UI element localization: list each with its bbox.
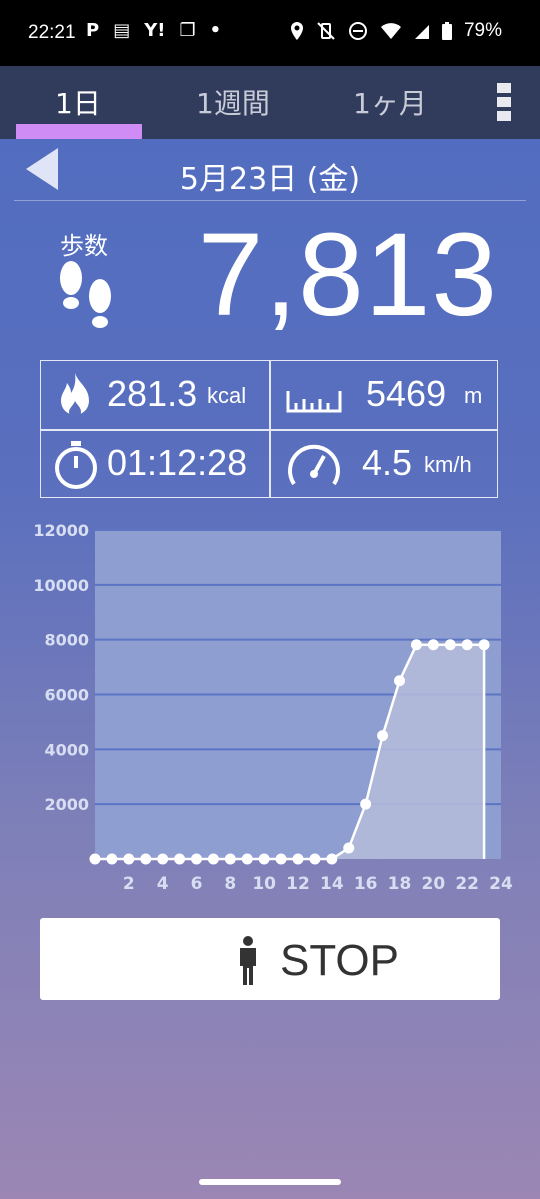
data-point: [377, 730, 389, 742]
copy-icon: ❐: [179, 20, 196, 41]
data-point: [343, 842, 355, 854]
battery-percent: 79%: [463, 20, 502, 41]
current-date: 5月23日 (金): [179, 162, 361, 197]
data-point: [275, 853, 287, 865]
x-tick-label: 6: [191, 874, 203, 894]
period-tabbar: 1日 1週間 1ヶ月: [0, 66, 540, 139]
footprints-icon: [60, 261, 111, 328]
y-tick-label: 4000: [44, 740, 89, 759]
data-point: [224, 853, 236, 865]
status-bar: 22:21 P ▤ Y! ❐ • 79%: [0, 0, 540, 66]
stop-button[interactable]: STOP: [40, 918, 500, 1000]
tab-month[interactable]: 1ヶ月: [353, 82, 427, 122]
x-tick-label: 24: [489, 874, 513, 894]
data-point: [461, 639, 473, 651]
data-point: [360, 798, 372, 810]
distance-unit: m: [464, 383, 483, 408]
do-not-disturb-icon: [348, 22, 367, 40]
calories-value: 281.3: [107, 373, 198, 414]
speedometer-icon: [288, 444, 340, 486]
data-point: [123, 853, 135, 865]
data-point: [106, 853, 118, 865]
duration-value: 01:12:28: [107, 442, 248, 483]
home-indicator[interactable]: [199, 1179, 341, 1185]
yahoo-icon: Y!: [144, 20, 166, 41]
calories-unit: kcal: [207, 383, 247, 408]
data-point: [410, 639, 422, 651]
stop-button-label: STOP: [280, 936, 400, 985]
data-point: [191, 853, 202, 865]
x-tick-label: 18: [388, 874, 412, 894]
overflow-menu-button[interactable]: [497, 83, 513, 123]
battery-icon: [441, 22, 452, 40]
y-tick-label: 10000: [33, 576, 89, 595]
status-time: 22:21: [28, 22, 76, 43]
data-point: [394, 675, 405, 687]
stopwatch-icon: [55, 441, 97, 489]
data-point: [444, 639, 456, 651]
x-tick-label: 16: [354, 874, 378, 894]
x-tick-label: 4: [157, 874, 169, 894]
x-tick-label: 8: [224, 874, 236, 894]
steps-chart: 200040006000800010000120002 4 6 8 10 12 14 16 18…: [33, 521, 513, 894]
data-point: [427, 639, 439, 651]
data-point: [157, 853, 169, 865]
date-header: 5月23日 (金): [14, 140, 526, 201]
x-tick-label: 20: [421, 874, 445, 894]
wifi-icon: [380, 23, 401, 39]
ruler-icon: [286, 391, 342, 413]
y-tick-label: 8000: [44, 631, 89, 650]
distance-cell: 5469 m: [270, 361, 498, 429]
x-tick-label: 14: [320, 874, 344, 894]
data-point: [241, 853, 253, 865]
data-point: [292, 853, 304, 865]
x-tick-label: 2: [123, 874, 135, 894]
stats-grid: 281.3 kcal 5469 m 01:12:28 4.5 km/h: [40, 360, 498, 498]
data-point: [89, 853, 101, 865]
duration-cell: 01:12:28: [41, 430, 269, 498]
data-point: [140, 853, 152, 865]
speed-unit: km/h: [424, 452, 472, 477]
x-tick-label: 10: [252, 874, 276, 894]
x-tick-label: 22: [455, 874, 479, 894]
y-tick-label: 12000: [33, 521, 89, 540]
steps-count: 7,813: [197, 209, 498, 341]
data-point: [478, 639, 490, 651]
p-icon: P: [86, 20, 100, 41]
y-tick-label: 6000: [44, 686, 89, 705]
y-tick-label: 2000: [44, 795, 89, 814]
fire-icon: [61, 373, 89, 418]
steps-label: 歩数: [60, 232, 108, 260]
status-left-icons: P ▤ Y! ❐ •: [86, 20, 221, 41]
data-point: [174, 853, 186, 865]
tab-week[interactable]: 1週間: [196, 82, 270, 122]
vibrate-off-icon: [317, 22, 335, 40]
data-point: [326, 853, 338, 865]
x-tick-label: 12: [286, 874, 310, 894]
data-point: [309, 853, 321, 865]
speed-value: 4.5: [362, 442, 413, 483]
distance-value: 5469: [366, 373, 447, 414]
active-tab-indicator: [16, 124, 142, 139]
tab-day[interactable]: 1日: [55, 82, 101, 122]
news-icon: ▤: [113, 20, 131, 41]
location-icon: [290, 22, 303, 40]
speed-cell: 4.5 km/h: [270, 430, 498, 498]
data-point: [258, 853, 270, 865]
data-point: [207, 853, 219, 865]
person-icon: [240, 936, 256, 985]
signal-icon: [414, 25, 429, 39]
dot-icon: •: [209, 20, 222, 41]
calories-cell: 281.3 kcal: [41, 361, 269, 429]
status-right-icons: 79%: [290, 20, 502, 42]
